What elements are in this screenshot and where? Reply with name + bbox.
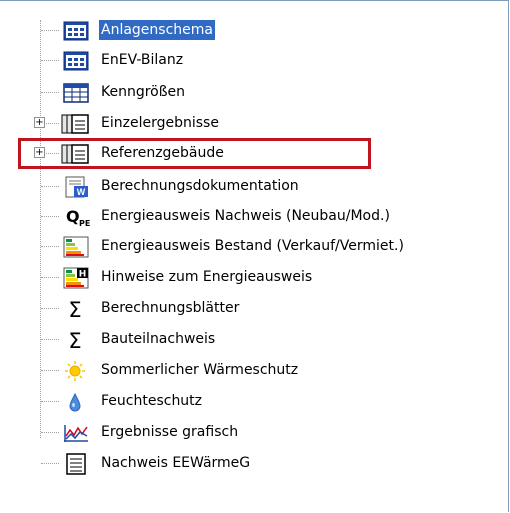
tree-item-label: Bauteilnachweis (101, 331, 216, 347)
tree-branch-line (41, 370, 59, 371)
tree-item-label: Nachweis EEWärmeG (101, 455, 251, 471)
tree-item-nachweis-eewaermeg[interactable]: Nachweis EEWärmeG (0, 448, 510, 478)
tree-item-label: Energieausweis Bestand (Verkauf/Vermiet.… (101, 238, 404, 254)
tree-branch-line (41, 186, 59, 187)
tree-branch-line (41, 216, 59, 217)
tree-item-berechnungsblaetter[interactable]: Σ Berechnungsblätter (0, 293, 510, 323)
tree-item-label: Kenngrößen (101, 84, 186, 100)
tree-item-label: Berechnungsblätter (101, 300, 240, 316)
table-icon (63, 83, 89, 103)
tree-branch-line (41, 60, 59, 61)
tree-item-ergebnisse-grafisch[interactable]: Ergebnisse grafisch (0, 417, 510, 447)
tree-item-label: EnEV-Bilanz (101, 52, 184, 68)
tree-item-label: Sommerlicher Wärmeschutz (101, 362, 299, 378)
tree-item-energieausweis-nachweis[interactable]: Q PE Energieausweis Nachweis (Neubau/Mod… (0, 201, 510, 231)
tree-item-energieausweis-bestand[interactable]: Energieausweis Bestand (Verkauf/Vermiet.… (0, 231, 510, 261)
tree-item-label: Berechnungsdokumentation (101, 178, 299, 194)
sigma-glyph: Σ (68, 298, 81, 320)
svg-text:W: W (77, 187, 86, 197)
tree-item-label: Ergebnisse grafisch (101, 424, 239, 440)
tree-branch-line (41, 401, 59, 402)
energy-bars-icon (63, 236, 89, 258)
sigma-icon: Σ (68, 329, 81, 351)
sigma-icon: Σ (68, 298, 81, 320)
tree-item-bauteilnachweis[interactable]: Σ Bauteilnachweis (0, 324, 510, 354)
word-doc-icon: W (65, 176, 88, 198)
h-badge-letter: H (79, 270, 87, 280)
tree-branch-line (41, 308, 59, 309)
tree-branch-line (41, 30, 59, 31)
chart-icon (64, 425, 88, 442)
tree-item-sommerlicher-waermeschutz[interactable]: Sommerlicher Wärmeschutz (0, 355, 510, 385)
sun-icon (65, 361, 85, 381)
tree-item-label: Anlagenschema (99, 20, 215, 40)
tree-branch-line (41, 339, 59, 340)
tree-item-einzelergebnisse[interactable]: + Einzelergebnisse (0, 108, 510, 138)
documents-icon (61, 114, 89, 134)
tree-item-label: Hinweise zum Energieausweis (101, 269, 313, 285)
tree-item-label: Energieausweis Nachweis (Neubau/Mod.) (101, 208, 390, 224)
tree-branch-line (41, 246, 59, 247)
tree-item-anlagenschema[interactable]: Anlagenschema (0, 15, 510, 45)
drop-icon (69, 392, 81, 412)
schema-icon (63, 21, 89, 41)
tree-branch-line (41, 463, 59, 464)
sigma-glyph: Σ (68, 329, 81, 351)
q-pe-subscript: PE (79, 219, 90, 228)
tree-item-hinweise-energieausweis[interactable]: H Hinweise zum Energieausweis (0, 262, 510, 292)
result-tree[interactable]: Anlagenschema EnEV-Bilanz Kenngrößen + E… (0, 0, 510, 513)
tree-item-kenngroessen[interactable]: Kenngrößen (0, 77, 510, 107)
tree-item-label: Einzelergebnisse (101, 115, 219, 131)
q-pe-letter: Q (66, 207, 80, 226)
list-doc-icon (66, 453, 86, 475)
highlight-frame (18, 138, 371, 169)
tree-item-feuchteschutz[interactable]: Feuchteschutz (0, 386, 510, 416)
q-pe-icon: Q PE (66, 207, 90, 228)
tree-branch-line (41, 277, 59, 278)
tree-item-label: Feuchteschutz (101, 393, 203, 409)
expand-button[interactable]: + (34, 117, 45, 128)
tree-item-berechnungsdokumentation[interactable]: W Berechnungsdokumentation (0, 171, 510, 201)
tree-branch-line (41, 92, 59, 93)
energy-bars-h-icon: H (63, 267, 89, 289)
schema-icon (63, 51, 89, 71)
tree-branch-line (41, 432, 59, 433)
tree-item-enev-bilanz[interactable]: EnEV-Bilanz (0, 45, 510, 75)
